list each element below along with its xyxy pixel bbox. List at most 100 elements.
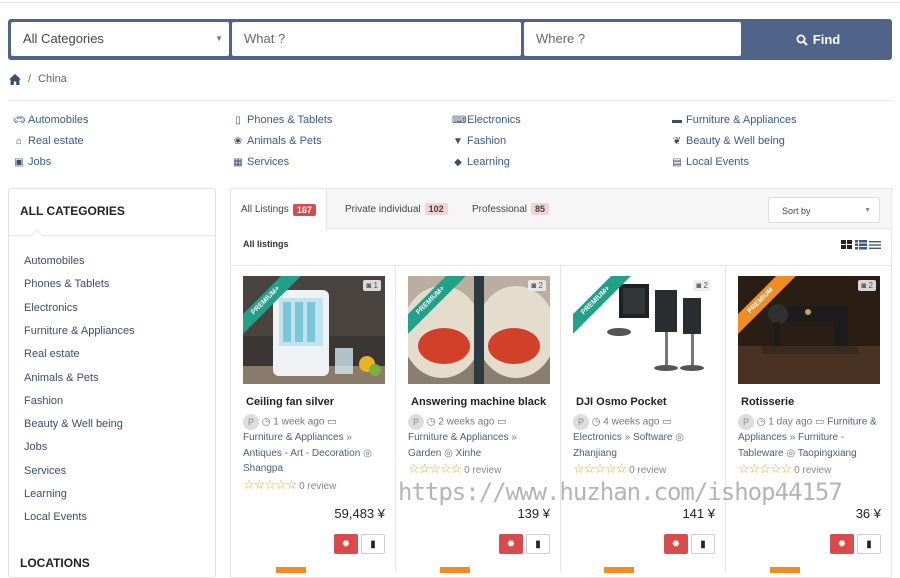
listing-category[interactable]: Electronics: [573, 432, 622, 443]
listing-actions: ✹ ▮: [664, 534, 715, 554]
list-view-icon[interactable]: [855, 240, 867, 250]
avatar[interactable]: P: [243, 414, 259, 430]
category-label: Automobiles: [28, 114, 89, 126]
listing-location[interactable]: Xinhe: [456, 448, 482, 459]
compact-view-icon[interactable]: [869, 240, 881, 250]
tab-professional[interactable]: Professional 85: [462, 189, 559, 229]
folder-icon: ▭: [662, 416, 672, 428]
listing-image[interactable]: PREMIUM ◙ 2: [738, 276, 880, 384]
avatar[interactable]: P: [408, 414, 424, 430]
category-link-fashion[interactable]: ▼ Fashion: [452, 135, 506, 147]
watermark: https://www.huzhan.com/ishop44157: [398, 478, 843, 506]
category-link-animals[interactable]: ❀ Animals & Pets: [232, 135, 322, 147]
category-link-automobiles[interactable]: 🚗︎ Automobiles: [13, 114, 89, 126]
sidebar-item-fashion[interactable]: Fashion: [24, 395, 63, 407]
sidebar-item-phones-tablets[interactable]: Phones & Tablets: [24, 278, 109, 290]
listing-card[interactable]: PREMIUM+ ◙ 2 DJI Osmo Pocket P ◷ 4 weeks…: [561, 266, 726, 572]
sort-label: Sort by: [782, 206, 811, 216]
sidebar-item-local-events[interactable]: Local Events: [24, 511, 87, 523]
report-button[interactable]: ✹: [664, 534, 688, 554]
category-label: Animals & Pets: [247, 135, 322, 147]
where-placeholder: Where ?: [536, 31, 586, 46]
rating-stars: ☆☆☆☆☆: [243, 476, 297, 492]
next-row-ribbon: [604, 567, 634, 573]
listing-image[interactable]: PREMIUM+ ◙ 1: [243, 276, 385, 384]
sidebar-item-animals[interactable]: Animals & Pets: [24, 372, 99, 384]
category-link-jobs[interactable]: ▣ Jobs: [13, 156, 51, 168]
listing-title[interactable]: Ceiling fan silver: [246, 396, 334, 408]
listing-title[interactable]: Rotisserie: [741, 396, 794, 408]
save-button[interactable]: ▮: [691, 534, 715, 554]
breadcrumb-current[interactable]: China: [38, 73, 67, 85]
listing-location[interactable]: Taopingxiang: [798, 448, 857, 459]
listing-subcategory[interactable]: Garden: [408, 448, 441, 459]
briefcase-icon: ▣: [14, 156, 24, 168]
find-button[interactable]: Find: [744, 19, 892, 60]
tab-private-individual[interactable]: Private individual 102: [335, 189, 458, 229]
rating-stars: ☆☆☆☆☆: [573, 461, 627, 477]
listing-title[interactable]: DJI Osmo Pocket: [576, 396, 666, 408]
listing-location[interactable]: Zhanjiang: [573, 448, 617, 459]
laptop-icon: ⌨: [452, 114, 467, 126]
avatar[interactable]: P: [573, 414, 589, 430]
listing-subcategory[interactable]: Antiques - Art - Decoration: [243, 448, 360, 459]
sidebar-item-real-estate[interactable]: Real estate: [24, 348, 80, 360]
report-button[interactable]: ✹: [499, 534, 523, 554]
folder-icon: ▭: [815, 416, 825, 428]
listing-title[interactable]: Answering machine black: [411, 396, 546, 408]
avatar[interactable]: P: [738, 414, 754, 430]
sidebar-item-electronics[interactable]: Electronics: [24, 302, 78, 314]
home-icon[interactable]: [9, 73, 21, 85]
listing-category[interactable]: Furniture & Appliances: [243, 432, 344, 443]
listing-meta: P ◷ 2 weeks ago ▭ Furniture & Appliances…: [408, 414, 556, 479]
category-link-local-events[interactable]: ▤ Local Events: [671, 156, 749, 168]
category-link-furniture[interactable]: ▬ Furniture & Appliances: [671, 114, 797, 126]
sidebar-item-furniture[interactable]: Furniture & Appliances: [24, 325, 135, 337]
listing-meta: P ◷ 1 week ago ▭ Furniture & Appliances …: [243, 414, 391, 494]
sidebar-item-services[interactable]: Services: [24, 465, 66, 477]
sidebar-item-beauty[interactable]: Beauty & Well being: [24, 418, 123, 430]
clock-icon: ◷: [261, 416, 271, 428]
save-button[interactable]: ▮: [361, 534, 385, 554]
photo-count: ◙ 1: [363, 280, 381, 291]
listing-location[interactable]: Shangpa: [243, 463, 283, 474]
sofa-icon: ▬: [672, 114, 682, 126]
listing-card[interactable]: PREMIUM+ ◙ 1 Ceiling fan silver P ◷ 1 we…: [231, 266, 396, 572]
category-label: Furniture & Appliances: [686, 114, 797, 126]
save-button[interactable]: ▮: [857, 534, 881, 554]
sidebar-item-jobs[interactable]: Jobs: [24, 441, 47, 453]
report-button[interactable]: ✹: [334, 534, 358, 554]
bookmark-icon: ▮: [866, 538, 872, 550]
top-divider: [0, 0, 900, 3]
category-link-beauty[interactable]: ❦ Beauty & Well being: [671, 135, 785, 147]
category-label: Learning: [467, 156, 510, 168]
category-link-learning[interactable]: ◆ Learning: [452, 156, 510, 168]
sidebar-item-automobiles[interactable]: Automobiles: [24, 255, 85, 267]
sidebar-item-learning[interactable]: Learning: [24, 488, 67, 500]
category-link-electronics[interactable]: ⌨ Electronics: [452, 114, 521, 126]
listing-price: 59,483 ¥: [334, 506, 385, 521]
save-button[interactable]: ▮: [526, 534, 550, 554]
where-input[interactable]: Where ?: [524, 22, 741, 56]
what-input[interactable]: What ?: [232, 22, 521, 56]
category-link-services[interactable]: ▦ Services: [232, 156, 289, 168]
listing-card[interactable]: PREMIUM ◙ 2 Rotisserie P ◷ 1 day ago ▭ F…: [726, 266, 891, 572]
listing-price: 139 ¥: [517, 506, 550, 521]
category-link-real-estate[interactable]: ⌂ Real estate: [13, 135, 84, 147]
category-label: Real estate: [28, 135, 84, 147]
grid-view-icon[interactable]: [841, 240, 853, 250]
category-select[interactable]: All Categories ▼: [11, 22, 229, 56]
listing-image[interactable]: PREMIUM+ ◙ 2: [408, 276, 550, 384]
category-label: Local Events: [686, 156, 749, 168]
report-button[interactable]: ✹: [830, 534, 854, 554]
alert-icon: ✹: [671, 538, 681, 550]
category-label: Electronics: [467, 114, 521, 126]
car-icon: 🚗︎: [13, 114, 26, 126]
listing-card[interactable]: PREMIUM+ ◙ 2 Answering machine black P ◷…: [396, 266, 561, 572]
category-link-phones[interactable]: ▯ Phones & Tablets: [232, 114, 332, 126]
listing-subcategory[interactable]: Software: [633, 432, 672, 443]
tab-all-listings[interactable]: All Listings 187: [231, 189, 327, 230]
sort-select[interactable]: Sort by ▼: [768, 197, 880, 223]
listing-category[interactable]: Furniture & Appliances: [408, 432, 509, 443]
listing-image[interactable]: PREMIUM+ ◙ 2: [573, 276, 715, 384]
